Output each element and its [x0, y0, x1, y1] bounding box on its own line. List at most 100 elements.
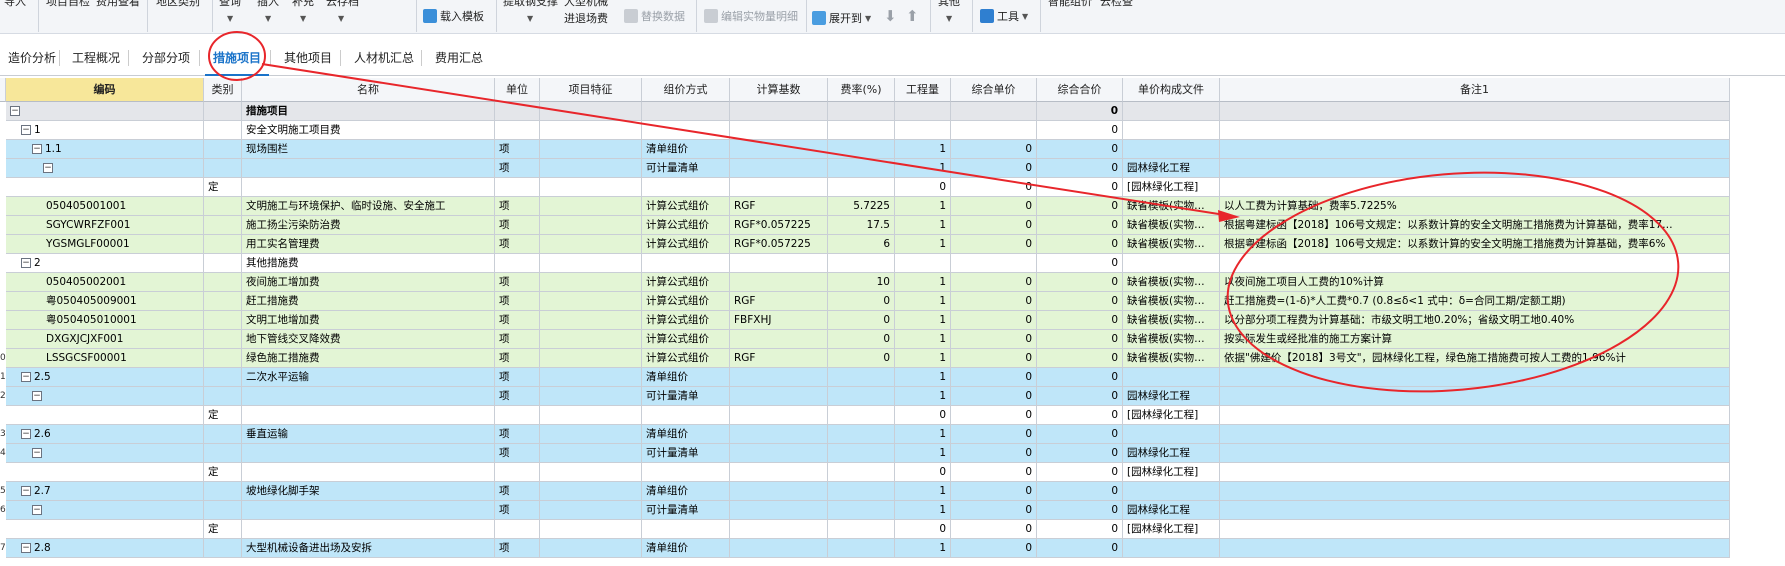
col-unit-price-cell[interactable]	[951, 254, 1037, 273]
col-code-cell[interactable]: −1	[6, 121, 204, 140]
collapse-toggle-icon[interactable]: −	[32, 505, 42, 515]
col-total-price-cell[interactable]: 0	[1037, 273, 1123, 292]
col-unit-price-cell[interactable]: 0	[951, 178, 1037, 197]
col-price-file-cell[interactable]: 缺省模板(实物…	[1123, 311, 1220, 330]
col-note-cell[interactable]	[1220, 501, 1730, 520]
col-quantity-cell[interactable]: 0	[895, 406, 951, 425]
col-note-cell[interactable]: 按实际发生或经批准的施工方案计算	[1220, 330, 1730, 349]
col-quantity-cell[interactable]: 1	[895, 330, 951, 349]
col-category-cell[interactable]: 定	[204, 520, 242, 539]
col-unit-cell[interactable]	[495, 463, 540, 482]
col-unit-cell[interactable]	[495, 520, 540, 539]
col-unit-cell[interactable]: 项	[495, 216, 540, 235]
col-pricing-method-cell[interactable]: 计算公式组价	[642, 216, 730, 235]
col-unit-price-cell[interactable]: 0	[951, 501, 1037, 520]
col-quantity-cell[interactable]: 1	[895, 501, 951, 520]
col-rate-cell[interactable]	[828, 178, 895, 197]
col-name-cell[interactable]: 夜间施工增加费	[242, 273, 495, 292]
col-feature-cell[interactable]	[540, 235, 642, 254]
col-note-cell[interactable]	[1220, 387, 1730, 406]
col-calc-base-cell[interactable]	[730, 501, 828, 520]
col-category-cell[interactable]	[204, 330, 242, 349]
col-quantity-cell[interactable]: 1	[895, 539, 951, 558]
tab-project-overview[interactable]: 工程概况	[64, 40, 128, 76]
col-unit-price-cell[interactable]: 0	[951, 330, 1037, 349]
col-calc-base-cell[interactable]	[730, 121, 828, 140]
col-category-cell[interactable]: 定	[204, 406, 242, 425]
col-quantity-cell[interactable]: 1	[895, 368, 951, 387]
col-total-price-cell[interactable]: 0	[1037, 520, 1123, 539]
col-rate-cell[interactable]	[828, 444, 895, 463]
col-name-cell[interactable]: 二次水平运输	[242, 368, 495, 387]
col-quantity-header[interactable]: 工程量	[895, 78, 951, 102]
col-unit-cell[interactable]: 项	[495, 235, 540, 254]
col-feature-cell[interactable]	[540, 387, 642, 406]
col-price-file-cell[interactable]: 缺省模板(实物…	[1123, 235, 1220, 254]
col-calc-base-cell[interactable]	[730, 520, 828, 539]
col-pricing-method-cell[interactable]: 计算公式组价	[642, 349, 730, 368]
col-name-cell[interactable]: 垂直运输	[242, 425, 495, 444]
table-row[interactable]: 定 0 0 0 [园林绿化工程]	[0, 178, 1730, 197]
collapse-toggle-icon[interactable]: −	[21, 125, 31, 135]
col-feature-cell[interactable]	[540, 311, 642, 330]
col-total-price-cell[interactable]: 0	[1037, 235, 1123, 254]
table-row[interactable]: 5−2.7 坡地绿化脚手架项清单组价 1 0 0	[0, 482, 1730, 501]
col-unit-cell[interactable]: 项	[495, 349, 540, 368]
col-calc-base-cell[interactable]	[730, 140, 828, 159]
table-row[interactable]: 定 0 0 0 [园林绿化工程]	[0, 520, 1730, 539]
col-unit-cell[interactable]: 项	[495, 387, 540, 406]
col-code-cell[interactable]: YGSMGLF00001	[6, 235, 204, 254]
col-price-file-cell[interactable]: [园林绿化工程]	[1123, 463, 1220, 482]
col-pricing-method-cell[interactable]: 清单组价	[642, 482, 730, 501]
col-rate-cell[interactable]	[828, 406, 895, 425]
col-name-cell[interactable]	[242, 159, 495, 178]
col-unit-cell[interactable]	[495, 254, 540, 273]
col-feature-cell[interactable]	[540, 482, 642, 501]
col-pricing-method-cell[interactable]	[642, 406, 730, 425]
col-unit-cell[interactable]: 项	[495, 140, 540, 159]
col-quantity-cell[interactable]: 1	[895, 159, 951, 178]
col-calc-base-cell[interactable]: RGF*0.057225	[730, 216, 828, 235]
col-total-price-cell[interactable]: 0	[1037, 159, 1123, 178]
col-unit-price-cell[interactable]: 0	[951, 539, 1037, 558]
col-note-cell[interactable]: 根据粤建标函【2018】106号文规定：以系数计算的安全文明施工措施费为计算基础…	[1220, 235, 1730, 254]
col-unit-price-cell[interactable]: 0	[951, 349, 1037, 368]
col-rate-cell[interactable]: 0	[828, 292, 895, 311]
col-name-cell[interactable]	[242, 387, 495, 406]
col-calc-base-cell[interactable]	[730, 425, 828, 444]
col-note-cell[interactable]	[1220, 254, 1730, 273]
table-row[interactable]: −2 其他措施费 0	[0, 254, 1730, 273]
col-pricing-method-cell[interactable]: 清单组价	[642, 425, 730, 444]
col-note-cell[interactable]	[1220, 444, 1730, 463]
table-row[interactable]: − 措施项目 0	[0, 102, 1730, 121]
table-row[interactable]: 1−2.5 二次水平运输项清单组价 1 0 0	[0, 368, 1730, 387]
col-pricing-method-cell[interactable]: 可计量清单	[642, 159, 730, 178]
expand-to-button[interactable]: 展开到 ▼	[812, 2, 871, 34]
col-quantity-cell[interactable]: 1	[895, 425, 951, 444]
col-calc-base-cell[interactable]	[730, 330, 828, 349]
col-category-cell[interactable]	[204, 292, 242, 311]
col-note-cell[interactable]	[1220, 159, 1730, 178]
col-pricing-method-cell[interactable]: 计算公式组价	[642, 273, 730, 292]
table-row[interactable]: 粤050405010001 文明工地增加费 项 计算公式组价 FBFXHJ 0 1 0 0 缺省模…	[0, 311, 1730, 330]
col-unit-cell[interactable]: 项	[495, 292, 540, 311]
col-feature-cell[interactable]	[540, 197, 642, 216]
col-feature-cell[interactable]	[540, 140, 642, 159]
col-quantity-cell[interactable]: 0	[895, 463, 951, 482]
col-unit-price-cell[interactable]: 0	[951, 140, 1037, 159]
col-total-price-cell[interactable]: 0	[1037, 311, 1123, 330]
col-unit-cell[interactable]: 项	[495, 330, 540, 349]
col-category-cell[interactable]	[204, 482, 242, 501]
col-code-cell[interactable]	[6, 178, 204, 197]
col-price-file-cell[interactable]: 园林绿化工程	[1123, 501, 1220, 520]
col-quantity-cell[interactable]: 1	[895, 387, 951, 406]
col-rate-header[interactable]: 费率(%)	[828, 78, 895, 102]
col-code-cell[interactable]: −2	[6, 254, 204, 273]
col-code-cell[interactable]: LSSGCSF00001	[6, 349, 204, 368]
col-pricing-method-cell[interactable]	[642, 520, 730, 539]
col-price-file-cell[interactable]: 缺省模板(实物…	[1123, 349, 1220, 368]
col-rate-cell[interactable]	[828, 482, 895, 501]
table-row[interactable]: YGSMGLF00001 用工实名管理费 项 计算公式组价 RGF*0.057225 6 1…	[0, 235, 1730, 254]
col-quantity-cell[interactable]: 0	[895, 520, 951, 539]
col-name-cell[interactable]: 施工扬尘污染防治费	[242, 216, 495, 235]
